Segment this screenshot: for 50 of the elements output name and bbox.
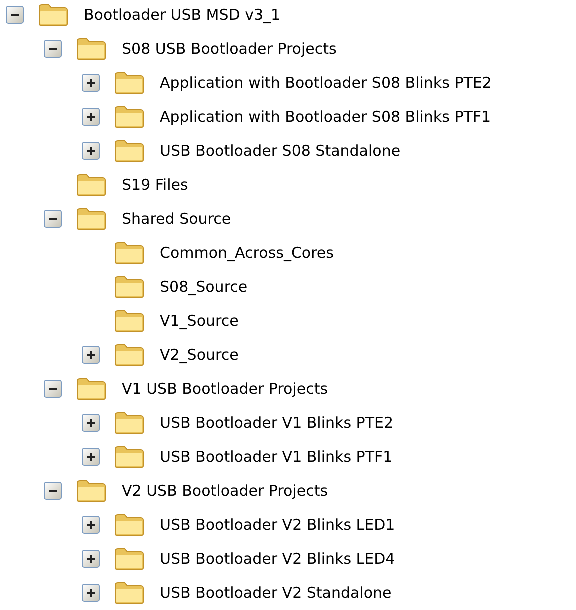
- folder-icon: [76, 173, 107, 197]
- folder-icon: [114, 275, 145, 299]
- folder-label[interactable]: USB Bootloader V2 Blinks LED1: [160, 514, 396, 536]
- expand-icon[interactable]: [82, 108, 100, 126]
- folder-label[interactable]: USB Bootloader V1 Blinks PTE2: [160, 412, 394, 434]
- folder-icon: [114, 513, 145, 537]
- folder-label[interactable]: V2 USB Bootloader Projects: [122, 480, 328, 502]
- folder-label[interactable]: S08 USB Bootloader Projects: [122, 38, 337, 60]
- folder-label[interactable]: V1 USB Bootloader Projects: [122, 378, 328, 400]
- collapse-icon[interactable]: [44, 482, 62, 500]
- folder-icon: [114, 445, 145, 469]
- expand-icon[interactable]: [82, 346, 100, 364]
- collapse-icon[interactable]: [44, 380, 62, 398]
- folder-icon: [38, 3, 69, 27]
- collapse-icon[interactable]: [44, 40, 62, 58]
- folder-label[interactable]: V2_Source: [160, 344, 239, 366]
- folder-icon: [114, 547, 145, 571]
- folder-label[interactable]: S08_Source: [160, 276, 248, 298]
- folder-icon: [114, 343, 145, 367]
- folder-icon: [76, 37, 107, 61]
- folder-icon: [114, 71, 145, 95]
- expand-icon[interactable]: [82, 550, 100, 568]
- expand-icon[interactable]: [82, 516, 100, 534]
- expand-icon[interactable]: [82, 142, 100, 160]
- folder-icon: [114, 105, 145, 129]
- folder-icon: [76, 207, 107, 231]
- collapse-icon[interactable]: [44, 210, 62, 228]
- folder-label[interactable]: Application with Bootloader S08 Blinks PTE2: [160, 72, 492, 94]
- folder-icon: [114, 581, 145, 605]
- folder-icon: [76, 479, 107, 503]
- expand-icon[interactable]: [82, 448, 100, 466]
- expand-icon[interactable]: [82, 74, 100, 92]
- folder-label[interactable]: S19 Files: [122, 174, 188, 196]
- folder-icon: [76, 377, 107, 401]
- expand-icon[interactable]: [82, 414, 100, 432]
- folder-label[interactable]: V1_Source: [160, 310, 239, 332]
- folder-label[interactable]: Common_Across_Cores: [160, 242, 334, 264]
- folder-label[interactable]: Application with Bootloader S08 Blinks PTF1: [160, 106, 492, 128]
- folder-icon: [114, 411, 145, 435]
- collapse-icon[interactable]: [6, 6, 24, 24]
- folder-label[interactable]: USB Bootloader V1 Blinks PTF1: [160, 446, 393, 468]
- folder-label[interactable]: Shared Source: [122, 208, 232, 230]
- expand-icon[interactable]: [82, 584, 100, 602]
- folder-label[interactable]: USB Bootloader S08 Standalone: [160, 140, 401, 162]
- folder-label[interactable]: USB Bootloader V2 Standalone: [160, 582, 392, 604]
- folder-icon: [114, 241, 145, 265]
- folder-icon: [114, 139, 145, 163]
- folder-label[interactable]: Bootloader USB MSD v3_1: [84, 4, 281, 26]
- folder-icon: [114, 309, 145, 333]
- folder-label[interactable]: USB Bootloader V2 Blinks LED4: [160, 548, 396, 570]
